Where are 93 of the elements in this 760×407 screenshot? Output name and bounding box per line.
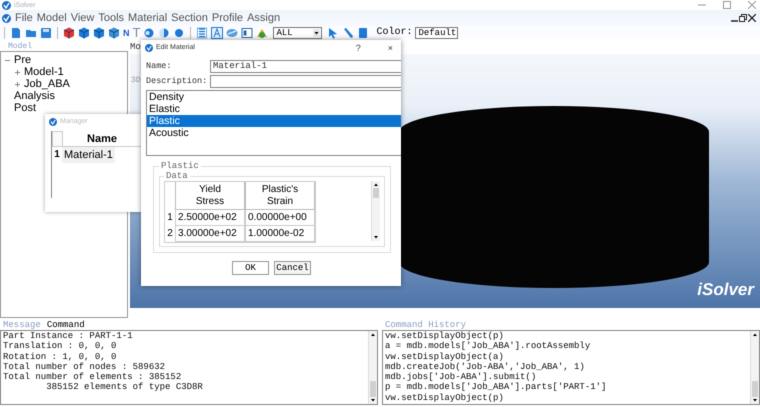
circle-icon[interactable] [143,26,156,38]
text-line: vw.setDisplayObject(p) [385,392,505,404]
menu-item[interactable]: Tools [98,12,124,24]
menu-item[interactable]: File [15,12,33,24]
restore-icon[interactable] [739,14,747,22]
dot-icon[interactable] [173,26,186,38]
text-line: 385152 elements of type C3D8R [45,382,204,393]
cube-icon[interactable] [63,26,75,38]
text-line: vw.setDisplayObject(p) [385,331,505,342]
menu-item[interactable]: View [70,12,94,24]
text-line: Total number of elements : 385152 [3,372,182,382]
text-line: p = mdb.models['Job_ABA'].parts['PART-1'] [385,382,608,393]
list-item[interactable]: Plastic [147,115,401,127]
tree-item[interactable]: Analysis [14,90,55,102]
app-logo-icon [2,14,11,22]
field-label: Name: [146,61,173,71]
menu-item[interactable]: Model [36,12,67,24]
logo-text: iSolver [697,280,754,300]
view-label: 3D [131,76,141,85]
group-title: Plastic [160,161,200,171]
panel-title: Model [7,42,34,51]
help-button[interactable]: ? [356,42,361,52]
tree-item[interactable]: Pre [14,54,32,66]
viewport-tab[interactable]: Mo [130,42,141,54]
input-field[interactable]: Material-1 [210,60,401,72]
cube-icon[interactable] [93,26,105,38]
row-header: 1 [166,211,174,225]
close-icon[interactable] [748,14,756,22]
maximize-icon[interactable] [723,1,731,9]
input-field[interactable] [210,74,401,88]
table-corner [52,131,63,147]
save-icon[interactable] [40,26,52,38]
color-dropdown[interactable]: Default [415,26,458,38]
list-item[interactable]: Elastic [147,103,401,115]
list-item[interactable]: Density [147,91,401,103]
tree-item[interactable]: Model-1 [24,66,64,78]
expand-icon[interactable] [15,82,20,86]
cancel-button[interactable]: Cancel [274,261,311,275]
scroll-up-icon[interactable] [373,182,379,188]
node-label-tool[interactable]: N [123,28,130,38]
scroll-thumb[interactable] [370,381,376,397]
caret-icon [313,28,320,36]
text-line: vw.setDisplayObject(a) [385,352,505,362]
app-logo-icon [145,44,153,52]
text-line: Part Instance : PART-1-1 [3,331,134,342]
column-header[interactable]: Plastic's Strain [245,182,315,210]
close-button[interactable]: × [388,42,393,52]
menu-item[interactable]: Profile [212,12,244,24]
scroll-thumb[interactable] [373,188,379,198]
menu-item[interactable]: Assign [247,12,280,24]
scrollbar[interactable] [371,181,380,241]
text-line: Rotation : 1, 0, 0, 0 [3,352,118,362]
table-cell[interactable]: 3.00000e+02 [175,226,245,242]
field-label: Description: [146,76,208,86]
color-label: Color: [376,27,412,38]
ok-button[interactable]: OK [232,261,269,275]
column-header[interactable]: Yield Stress [175,182,245,210]
row-header: 2 [166,227,174,241]
menu-item[interactable]: Material [128,12,168,24]
table-cell[interactable]: 2.50000e+02 [175,210,245,226]
filter-dropdown[interactable]: ALL [273,26,322,38]
collapse-icon[interactable] [5,58,10,62]
cursor-icon[interactable] [327,26,340,38]
frame-icon[interactable] [211,26,224,38]
list-icon[interactable] [196,26,208,38]
scroll-thumb[interactable] [752,381,758,397]
cube-icon[interactable] [108,26,120,38]
text-line: mdb.createJob('Job-ABA','Job_ABA', 1) [385,362,586,372]
expand-icon[interactable] [15,70,20,74]
tree-item[interactable]: Job_ABA [24,78,70,90]
text-line: mdb.jobs['Job-ABA'].submit() [385,372,538,382]
panel-title: Command History [385,320,466,330]
scroll-down-icon[interactable] [373,234,379,240]
row-header: 1 [53,148,61,162]
text-line: a = mdb.models['Job_ABA'].rootAssembly [385,341,592,352]
scrollbar[interactable] [368,331,377,404]
tree-item[interactable]: Post [14,102,36,114]
cube-icon[interactable] [78,26,90,38]
table-cell[interactable]: 1.00000e-02 [245,226,315,242]
menu-item[interactable]: Section [171,12,208,24]
text-line: Translation : 0, 0, 0 [3,341,118,352]
scrollbar[interactable] [750,331,759,404]
text-line: Total number of nodes : 589632 [3,362,166,372]
group-title: Data [165,171,189,181]
list-item[interactable]: Acoustic [147,127,401,139]
half-circle-icon[interactable] [158,26,170,38]
scroll-up-icon[interactable] [752,332,758,338]
panel-tab[interactable]: Command [46,320,85,330]
table-cell[interactable]: Material-1 [62,147,115,163]
table-cell[interactable]: 0.00000e+00 [245,210,315,226]
app-logo-icon [49,118,57,126]
scroll-up-icon[interactable] [370,332,376,338]
window-icon[interactable] [241,26,254,38]
